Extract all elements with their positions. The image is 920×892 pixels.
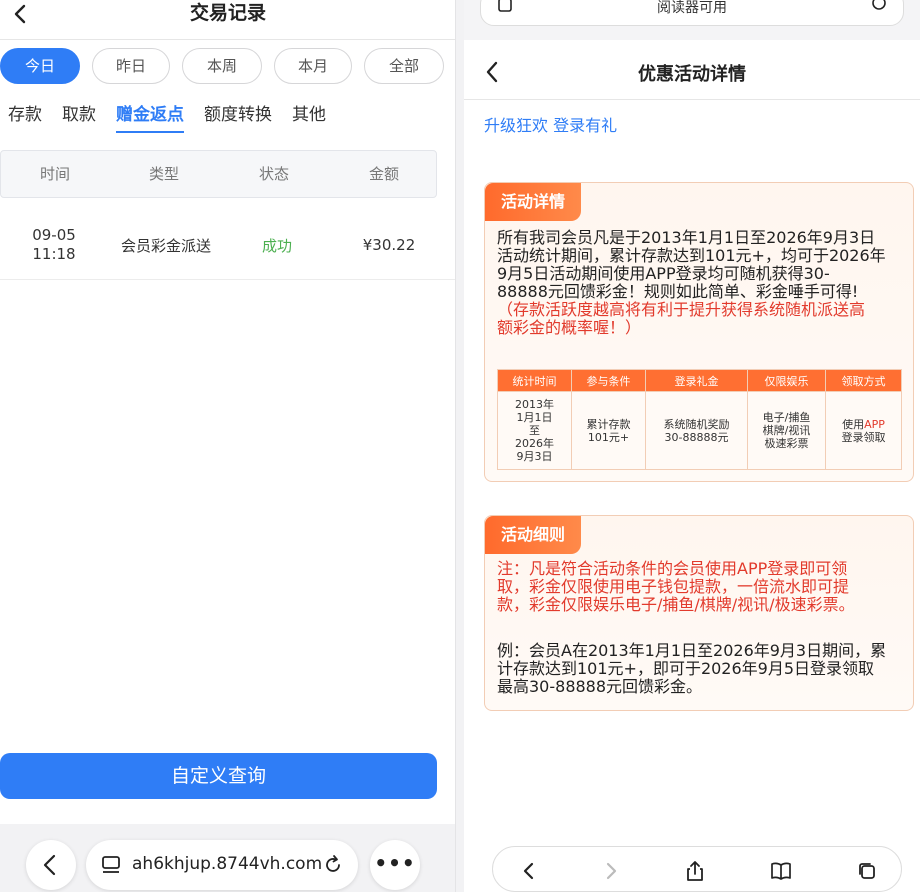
games-part: 棋牌/视讯 bbox=[762, 424, 811, 437]
bonus-part: 系统随机奖励 bbox=[663, 417, 730, 431]
header: 交易记录 bbox=[0, 0, 455, 40]
date-filter-bar: 今日 昨日 本周 本月 全部 bbox=[0, 48, 455, 86]
claim-suffix: 登录领取 bbox=[841, 430, 886, 444]
rules-note: 注：凡是符合活动条件的会员使用APP登录即可领 取，彩金仅限使用电子钱包提款，一… bbox=[497, 560, 903, 614]
browser-top-bar: 阅读器可用 bbox=[464, 0, 920, 40]
example-line: 最高30-88888元回馈彩金。 bbox=[497, 677, 703, 696]
cell-amount: ¥30.22 bbox=[362, 236, 416, 254]
cell-date: 09-05 bbox=[32, 226, 76, 244]
address-bar[interactable]: 阅读器可用 bbox=[480, 0, 904, 26]
time-part: 2026年 bbox=[515, 437, 554, 450]
detail-line: 88888元回馈彩金！规则如此简单、彩金唾手可得! bbox=[497, 282, 859, 301]
cell-bonus: 系统随机奖励 30-88888元 bbox=[645, 391, 748, 470]
table-header: 时间 类型 状态 金额 bbox=[0, 150, 437, 198]
share-icon[interactable] bbox=[683, 859, 707, 883]
time-part: 至 bbox=[529, 424, 540, 437]
detail-text: 所有我司会员凡是于2013年1月1日至2026年9月3日 活动统计期间，累计存款… bbox=[497, 229, 903, 337]
col-amount: 金额 bbox=[368, 165, 399, 183]
time-part: 9月3日 bbox=[516, 450, 553, 463]
cell-status: 成功 bbox=[261, 236, 292, 255]
activity-table: 统计时间 参与条件 登录礼金 仅限娱乐 领取方式 2013年 1月1日 至 20… bbox=[497, 369, 902, 470]
rules-example: 例：会员A在2013年1月1日至2026年9月3日期间，累 计存款达到101元+… bbox=[497, 642, 903, 696]
example-line: 例：会员A在2013年1月1日至2026年9月3日期间，累 bbox=[497, 641, 887, 660]
note-line: 注：凡是符合活动条件的会员使用APP登录即可领 bbox=[497, 559, 848, 578]
more-button[interactable]: ••• bbox=[370, 840, 420, 890]
cell-time: 09-05 11:18 bbox=[0, 210, 108, 280]
cell-condition: 累计存款 101元+ bbox=[571, 391, 646, 470]
bonus-part: 30-88888元 bbox=[664, 430, 729, 444]
promo-title: 升级狂欢 登录有礼 bbox=[484, 116, 618, 135]
th-stat-time: 统计时间 bbox=[497, 369, 572, 392]
activity-table-header: 统计时间 参与条件 登录礼金 仅限娱乐 领取方式 bbox=[497, 369, 902, 392]
browser-bottom-bar: ah6khjup.8744vh.com ••• bbox=[0, 824, 455, 892]
th-games: 仅限娱乐 bbox=[747, 369, 826, 392]
games-part: 电子/捕鱼 bbox=[762, 411, 811, 424]
detail-line: 所有我司会员凡是于2013年1月1日至2026年9月3日 bbox=[497, 228, 876, 247]
cell-type: 会员彩金派送 bbox=[120, 236, 211, 255]
cell-stat-time: 2013年 1月1日 至 2026年 9月3日 bbox=[497, 391, 572, 470]
back-icon[interactable] bbox=[517, 859, 541, 883]
table-row: 2013年 1月1日 至 2026年 9月3日 累计存款 101元+ 系统随机奖… bbox=[497, 391, 902, 470]
detail-highlight-line: 额彩金的概率喔！） bbox=[497, 318, 642, 337]
games-part: 极速彩票 bbox=[764, 437, 809, 450]
activity-rules-card: 活动细则 注：凡是符合活动条件的会员使用APP登录即可领 取，彩金仅限使用电子钱… bbox=[484, 515, 914, 711]
time-part: 2013年 bbox=[515, 398, 554, 411]
th-login-bonus: 登录礼金 bbox=[645, 369, 748, 392]
bookmarks-icon[interactable] bbox=[769, 859, 793, 883]
note-line: 取，彩金仅限使用电子钱包提款，一倍流水即可提 bbox=[497, 577, 850, 596]
condition-part: 累计存款 bbox=[586, 417, 631, 431]
th-condition: 参与条件 bbox=[571, 369, 646, 392]
header: 优惠活动详情 bbox=[464, 42, 920, 100]
table-row[interactable]: 09-05 11:18 会员彩金派送 成功 ¥30.22 bbox=[0, 210, 455, 280]
condition-part: 101元+ bbox=[587, 430, 630, 444]
url-text: ah6khjup.8744vh.com bbox=[132, 854, 323, 874]
detail-line: 9月5日活动期间使用APP登录均可随机获得30- bbox=[497, 264, 830, 283]
claim-app: APP bbox=[864, 417, 885, 431]
time-part: 1月1日 bbox=[516, 411, 553, 424]
page-title: 交易记录 bbox=[189, 2, 266, 24]
detail-highlight-line: （存款活跃度越高将有利于提升获得系统随机派送高 bbox=[497, 300, 866, 319]
tab-other[interactable]: 其他 bbox=[292, 100, 326, 125]
col-status: 状态 bbox=[258, 165, 289, 183]
type-tabs: 存款 取款 赠金返点 额度转换 其他 bbox=[8, 100, 448, 133]
th-claim: 领取方式 bbox=[825, 369, 902, 392]
transaction-records-screen: 交易记录 今日 昨日 本周 本月 全部 存款 取款 赠金返点 额度转换 其他 时… bbox=[0, 0, 456, 892]
filter-this-week[interactable]: 本周 bbox=[182, 48, 262, 84]
promotion-details-screen: 阅读器可用 优惠活动详情 升级狂欢 登录有礼 活动详情 所有我司会员凡是于201… bbox=[464, 0, 920, 892]
reader-icon[interactable] bbox=[100, 854, 122, 876]
custom-query-button[interactable]: 自定义查询 bbox=[0, 753, 437, 799]
cell-clock: 11:18 bbox=[32, 245, 76, 263]
card-tag: 活动细则 bbox=[485, 516, 582, 554]
claim-prefix: 使用 bbox=[842, 417, 865, 431]
reload-icon[interactable] bbox=[869, 0, 889, 15]
col-time: 时间 bbox=[39, 165, 70, 183]
claim-line-1: 使用APP bbox=[828, 418, 899, 431]
browser-toolbar bbox=[492, 846, 902, 892]
filter-all[interactable]: 全部 bbox=[364, 48, 444, 84]
reload-icon[interactable] bbox=[322, 854, 344, 876]
tab-bonus-rebate[interactable]: 赠金返点 bbox=[116, 100, 184, 133]
card-tag: 活动详情 bbox=[485, 183, 582, 221]
tab-deposit[interactable]: 存款 bbox=[8, 100, 42, 125]
browser-back-button[interactable] bbox=[26, 840, 76, 890]
note-line: 款，彩金仅限娱乐电子/捕鱼/棋牌/视讯/极速彩票。 bbox=[497, 595, 855, 614]
page-title: 优惠活动详情 bbox=[638, 64, 746, 85]
cell-claim: 使用APP 登录领取 bbox=[825, 391, 902, 470]
cell-games: 电子/捕鱼 棋牌/视讯 极速彩票 bbox=[747, 391, 826, 470]
reader-available-text: 阅读器可用 bbox=[657, 0, 727, 16]
tabs-icon[interactable] bbox=[855, 859, 879, 883]
tab-credit-transfer[interactable]: 额度转换 bbox=[204, 100, 272, 125]
example-line: 计存款达到101元+，即可于2026年9月5日登录领取 bbox=[497, 659, 875, 678]
filter-yesterday[interactable]: 昨日 bbox=[92, 48, 170, 84]
detail-line: 活动统计期间，累计存款达到101元+，均可于2026年 bbox=[497, 246, 886, 265]
chevron-left-icon bbox=[43, 854, 56, 876]
col-type: 类型 bbox=[148, 165, 179, 183]
forward-icon[interactable] bbox=[599, 859, 623, 883]
url-bar[interactable]: ah6khjup.8744vh.com bbox=[86, 840, 358, 890]
activity-detail-card: 活动详情 所有我司会员凡是于2013年1月1日至2026年9月3日 活动统计期间… bbox=[484, 182, 914, 482]
filter-this-month[interactable]: 本月 bbox=[274, 48, 352, 84]
filter-today[interactable]: 今日 bbox=[0, 48, 80, 84]
tab-withdraw[interactable]: 取款 bbox=[62, 100, 96, 125]
